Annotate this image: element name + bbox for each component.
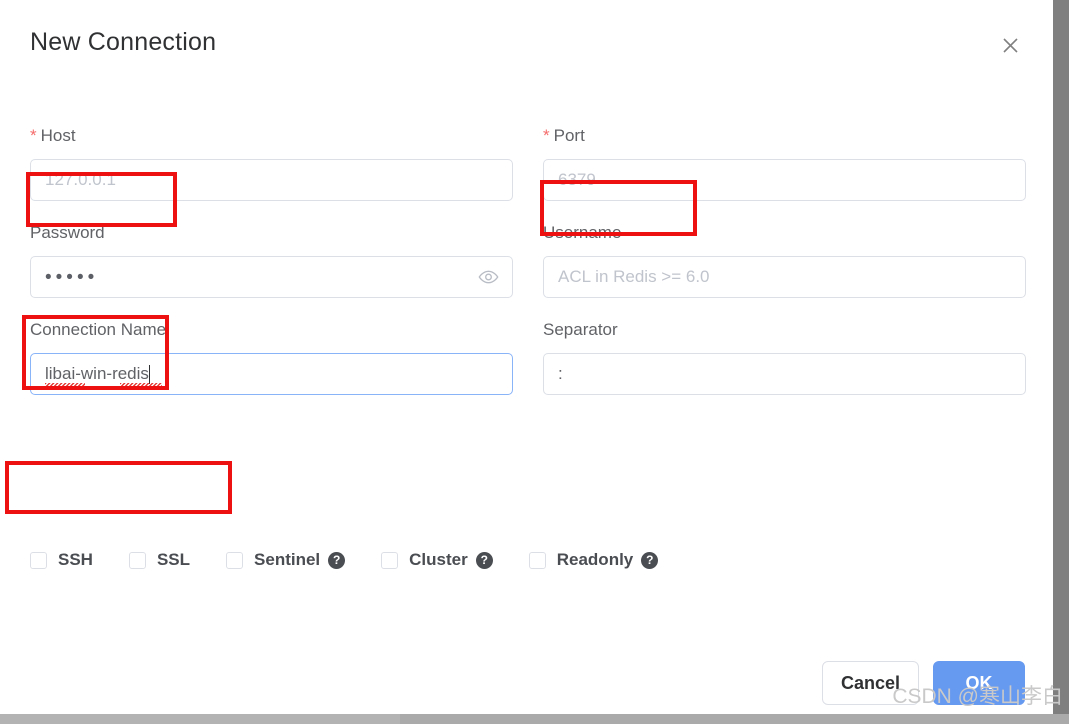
password-value: ••••• [45, 266, 99, 288]
separator-label: Separator [543, 320, 618, 339]
connection-name-label: Connection Name [30, 320, 167, 339]
connection-name-value-wrap: libai-win-redis [45, 364, 162, 387]
spellcheck-underline [45, 383, 85, 387]
checkbox-readonly[interactable]: Readonly ? [528, 550, 659, 570]
field-username: Username ACL in Redis >= 6.0 [543, 222, 1026, 298]
checkbox-ssh[interactable]: SSH [30, 550, 93, 570]
connection-form: * Host 127.0.0.1 * Port 6379 Password ••… [30, 125, 1026, 416]
password-label: Password [30, 223, 105, 242]
help-icon[interactable]: ? [641, 551, 659, 569]
host-label: * Host [30, 125, 513, 147]
field-password: Password ••••• [30, 222, 513, 298]
connection-name-input[interactable]: libai-win-redis [30, 353, 513, 395]
username-placeholder: ACL in Redis >= 6.0 [558, 267, 710, 286]
connection-name-value: libai-win-redis [45, 364, 149, 383]
checkbox-ssl[interactable]: SSL [128, 550, 191, 570]
checkbox-box[interactable] [226, 551, 244, 569]
host-input[interactable]: 127.0.0.1 [30, 159, 513, 201]
form-row-host-port: * Host 127.0.0.1 * Port 6379 [30, 125, 1026, 201]
ok-button[interactable]: OK [933, 661, 1025, 705]
field-separator: Separator : [543, 319, 1026, 395]
checkbox-label: SSH [58, 550, 93, 569]
help-icon[interactable]: ? [328, 551, 346, 569]
eye-icon[interactable] [478, 267, 499, 288]
checkbox-box[interactable] [128, 551, 146, 569]
port-placeholder: 6379 [558, 170, 596, 189]
port-input[interactable]: 6379 [543, 159, 1026, 201]
field-port: * Port 6379 [543, 125, 1026, 201]
text-caret [148, 364, 150, 384]
close-icon[interactable] [995, 30, 1025, 60]
checkbox-cluster[interactable]: Cluster ? [381, 550, 493, 570]
checkbox-label: Sentinel [254, 550, 321, 569]
screen: New Connection * Host 127.0.0.1 * Port 6… [0, 0, 1069, 724]
required-asterisk: * [30, 126, 37, 145]
password-input[interactable]: ••••• [30, 256, 513, 298]
required-asterisk: * [543, 126, 550, 145]
checkbox-box[interactable] [528, 551, 546, 569]
field-connection-name: Connection Name libai-win-redis [30, 319, 513, 395]
cancel-button[interactable]: Cancel [821, 661, 919, 705]
separator-input[interactable]: : [543, 353, 1026, 395]
dialog-footer: Cancel OK [821, 661, 1025, 705]
new-connection-dialog: New Connection * Host 127.0.0.1 * Port 6… [0, 0, 1053, 714]
checkbox-sentinel[interactable]: Sentinel ? [226, 550, 346, 570]
checkbox-box[interactable] [30, 551, 47, 569]
username-label: Username [543, 223, 622, 242]
options-checkbox-row: SSH SSL Sentinel ? Cluster ? Readonly ? [30, 550, 694, 570]
checkbox-label: SSL [156, 550, 191, 569]
help-icon[interactable]: ? [475, 551, 493, 569]
form-row-name-separator: Connection Name libai-win-redis Separato… [30, 319, 1026, 395]
host-label-text: Host [40, 126, 76, 145]
separator-value: : [558, 364, 563, 383]
spellcheck-underline [120, 383, 162, 387]
checkbox-box[interactable] [381, 551, 399, 569]
checkbox-label: Cluster [409, 550, 468, 569]
username-input[interactable]: ACL in Redis >= 6.0 [543, 256, 1026, 298]
port-label: * Port [543, 125, 1026, 147]
port-label-text: Port [553, 126, 585, 145]
taskbar-strip-right [400, 714, 1069, 724]
field-host: * Host 127.0.0.1 [30, 125, 513, 201]
checkbox-label: Readonly [556, 550, 634, 569]
dialog-title: New Connection [30, 28, 217, 56]
form-row-password-username: Password ••••• Username ACL in Redis >= … [30, 222, 1026, 298]
host-placeholder: 127.0.0.1 [45, 170, 116, 189]
